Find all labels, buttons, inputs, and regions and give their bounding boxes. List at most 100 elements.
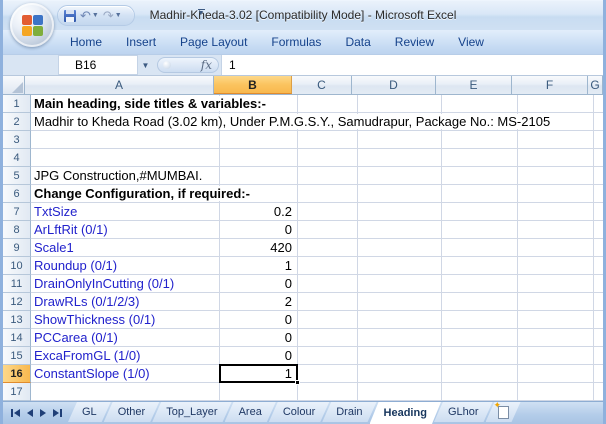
- customize-quick-access-button[interactable]: ▼: [195, 9, 207, 17]
- cell-A9[interactable]: Scale1: [31, 239, 220, 257]
- cell-E16[interactable]: [442, 365, 518, 383]
- office-button[interactable]: [10, 3, 54, 47]
- cell-G2[interactable]: [594, 113, 603, 131]
- cell-F15[interactable]: [518, 347, 594, 365]
- cell-E17[interactable]: [442, 383, 518, 401]
- cell-B7[interactable]: 0.2: [220, 203, 298, 221]
- cell-G5[interactable]: [594, 167, 603, 185]
- cell-A6[interactable]: Change Configuration, if required:-: [31, 185, 250, 203]
- row-header-6[interactable]: 6: [3, 185, 31, 203]
- cell-A2[interactable]: Madhir to Kheda Road (3.02 km), Under P.…: [31, 113, 551, 131]
- column-header-g[interactable]: G: [588, 76, 603, 94]
- sheet-tab-colour[interactable]: Colour: [269, 402, 329, 422]
- cell-D16[interactable]: [358, 365, 442, 383]
- cell-B9[interactable]: 420: [220, 239, 298, 257]
- cell-E14[interactable]: [442, 329, 518, 347]
- sheet-tab-area[interactable]: Area: [225, 402, 276, 422]
- cell-A8[interactable]: ArLftRit (0/1): [31, 221, 220, 239]
- selected-cell-B16[interactable]: 1: [219, 364, 300, 385]
- cell-G17[interactable]: [594, 383, 603, 401]
- cell-D4[interactable]: [358, 149, 442, 167]
- cell-F5[interactable]: [518, 167, 594, 185]
- cell-G7[interactable]: [594, 203, 603, 221]
- cell-G11[interactable]: [594, 275, 603, 293]
- cell-G1[interactable]: [594, 95, 603, 113]
- cell-D1[interactable]: [358, 95, 442, 113]
- cell-G6[interactable]: [594, 185, 603, 203]
- cell-C4[interactable]: [298, 149, 358, 167]
- formula-input[interactable]: 1: [221, 55, 603, 75]
- select-all-corner[interactable]: [3, 76, 25, 94]
- cell-A13[interactable]: ShowThickness (0/1): [31, 311, 220, 329]
- cell-C10[interactable]: [298, 257, 358, 275]
- sheet-tab-other[interactable]: Other: [104, 402, 160, 422]
- row-header-3[interactable]: 3: [3, 131, 31, 149]
- cell-C14[interactable]: [298, 329, 358, 347]
- column-header-d[interactable]: D: [352, 76, 436, 94]
- cell-A10[interactable]: Roundup (0/1): [31, 257, 220, 275]
- row-header-14[interactable]: 14: [3, 329, 31, 347]
- cell-E6[interactable]: [442, 185, 518, 203]
- cell-D11[interactable]: [358, 275, 442, 293]
- name-box[interactable]: B16: [58, 55, 138, 75]
- last-sheet-button[interactable]: [53, 406, 62, 420]
- cell-D8[interactable]: [358, 221, 442, 239]
- cell-C9[interactable]: [298, 239, 358, 257]
- cell-E9[interactable]: [442, 239, 518, 257]
- undo-button[interactable]: ↶ ▼: [80, 9, 99, 22]
- cell-C5[interactable]: [298, 167, 358, 185]
- cell-A1[interactable]: Main heading, side titles & variables:-: [31, 95, 266, 113]
- cell-C12[interactable]: [298, 293, 358, 311]
- cell-G15[interactable]: [594, 347, 603, 365]
- next-sheet-button[interactable]: [40, 406, 46, 420]
- column-header-c[interactable]: C: [292, 76, 352, 94]
- cell-C13[interactable]: [298, 311, 358, 329]
- cell-A16[interactable]: ConstantSlope (1/0): [31, 365, 220, 383]
- ribbon-tab-formulas[interactable]: Formulas: [259, 30, 333, 54]
- row-header-4[interactable]: 4: [3, 149, 31, 167]
- ribbon-tab-data[interactable]: Data: [333, 30, 382, 54]
- cell-C7[interactable]: [298, 203, 358, 221]
- cell-E8[interactable]: [442, 221, 518, 239]
- redo-button[interactable]: ↷ ▼: [103, 9, 122, 22]
- cell-A15[interactable]: ExcaFromGL (1/0): [31, 347, 220, 365]
- cell-A14[interactable]: PCCarea (0/1): [31, 329, 220, 347]
- cell-D12[interactable]: [358, 293, 442, 311]
- cell-G10[interactable]: [594, 257, 603, 275]
- cell-B8[interactable]: 0: [220, 221, 298, 239]
- cell-C3[interactable]: [298, 131, 358, 149]
- name-box-dropdown-icon[interactable]: ▼: [138, 55, 153, 75]
- ribbon-tab-view[interactable]: View: [446, 30, 496, 54]
- column-header-a[interactable]: A: [25, 76, 214, 94]
- cell-B5[interactable]: [220, 167, 298, 185]
- cell-A11[interactable]: DrainOnlyInCutting (0/1): [31, 275, 220, 293]
- cell-D9[interactable]: [358, 239, 442, 257]
- cell-B14[interactable]: 0: [220, 329, 298, 347]
- cell-G3[interactable]: [594, 131, 603, 149]
- column-header-b[interactable]: B: [214, 76, 292, 94]
- ribbon-tab-home[interactable]: Home: [58, 30, 114, 54]
- cell-C1[interactable]: [298, 95, 358, 113]
- cell-A5[interactable]: JPG Construction,#MUMBAI.: [31, 167, 220, 185]
- cell-F14[interactable]: [518, 329, 594, 347]
- cell-E5[interactable]: [442, 167, 518, 185]
- cell-B10[interactable]: 1: [220, 257, 298, 275]
- column-header-f[interactable]: F: [512, 76, 588, 94]
- save-button[interactable]: [64, 9, 76, 22]
- cell-E15[interactable]: [442, 347, 518, 365]
- cell-C11[interactable]: [298, 275, 358, 293]
- ribbon-tab-page-layout[interactable]: Page Layout: [168, 30, 259, 54]
- cell-A12[interactable]: DrawRLs (0/1/2/3): [31, 293, 220, 311]
- cell-E11[interactable]: [442, 275, 518, 293]
- cell-A7[interactable]: TxtSize: [31, 203, 220, 221]
- cell-E13[interactable]: [442, 311, 518, 329]
- sheet-tab-glhor[interactable]: GLhor: [434, 402, 493, 422]
- cell-C15[interactable]: [298, 347, 358, 365]
- cell-C6[interactable]: [298, 185, 358, 203]
- row-header-15[interactable]: 15: [3, 347, 31, 365]
- cell-F8[interactable]: [518, 221, 594, 239]
- cell-E7[interactable]: [442, 203, 518, 221]
- cell-D5[interactable]: [358, 167, 442, 185]
- cell-B17[interactable]: [220, 383, 298, 401]
- cell-E12[interactable]: [442, 293, 518, 311]
